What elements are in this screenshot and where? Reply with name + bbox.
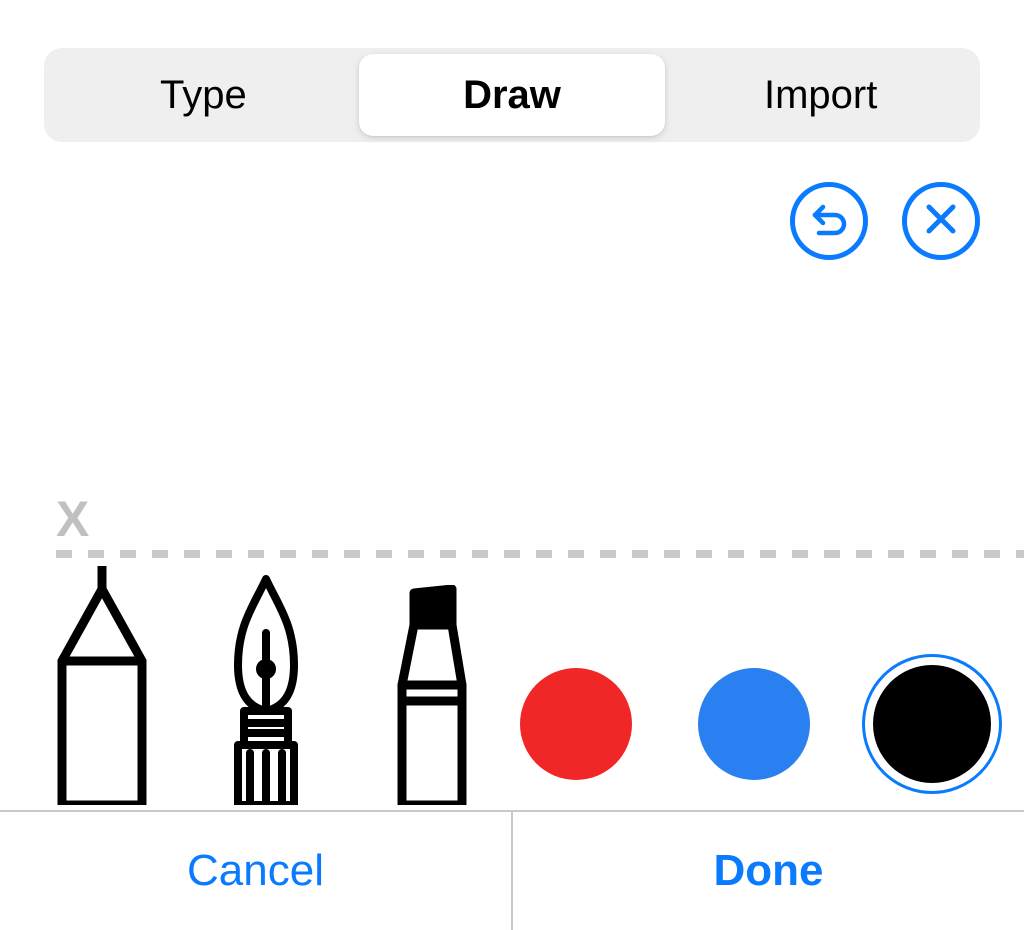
tab-type[interactable]: Type: [50, 54, 357, 136]
undo-button[interactable]: [790, 182, 868, 260]
drawing-canvas[interactable]: X: [0, 260, 1024, 566]
black-color-icon: [873, 665, 991, 783]
pen-tool-fountain[interactable]: [204, 575, 328, 810]
pen-tool-pencil[interactable]: [40, 566, 164, 810]
tab-import[interactable]: Import: [667, 54, 974, 136]
red-color-icon: [520, 668, 632, 780]
canvas-action-row: [0, 142, 1024, 260]
top-area: Type Draw Import: [0, 0, 1024, 142]
baseline-guide: X: [0, 494, 1024, 566]
blue-color-icon: [698, 668, 810, 780]
pen-picker: [40, 566, 492, 810]
color-swatch-black[interactable]: [862, 654, 1002, 794]
tab-draw[interactable]: Draw: [359, 54, 666, 136]
fountain-pen-icon: [204, 575, 328, 810]
color-picker: [506, 654, 1002, 810]
color-swatch-red[interactable]: [506, 654, 646, 794]
baseline-marker: X: [56, 494, 89, 544]
undo-icon: [807, 197, 851, 246]
pen-tool-marker[interactable]: [368, 585, 492, 810]
pencil-icon: [40, 566, 164, 810]
baseline-dashed-line: [56, 550, 1024, 558]
clear-button[interactable]: [902, 182, 980, 260]
done-button[interactable]: Done: [513, 812, 1024, 930]
mode-segmented-control: Type Draw Import: [44, 48, 980, 142]
marker-icon: [368, 585, 492, 810]
color-swatch-blue[interactable]: [684, 654, 824, 794]
close-icon: [921, 199, 961, 244]
tool-row: [0, 566, 1024, 810]
cancel-button[interactable]: Cancel: [0, 812, 511, 930]
bottom-bar: Cancel Done: [0, 810, 1024, 930]
